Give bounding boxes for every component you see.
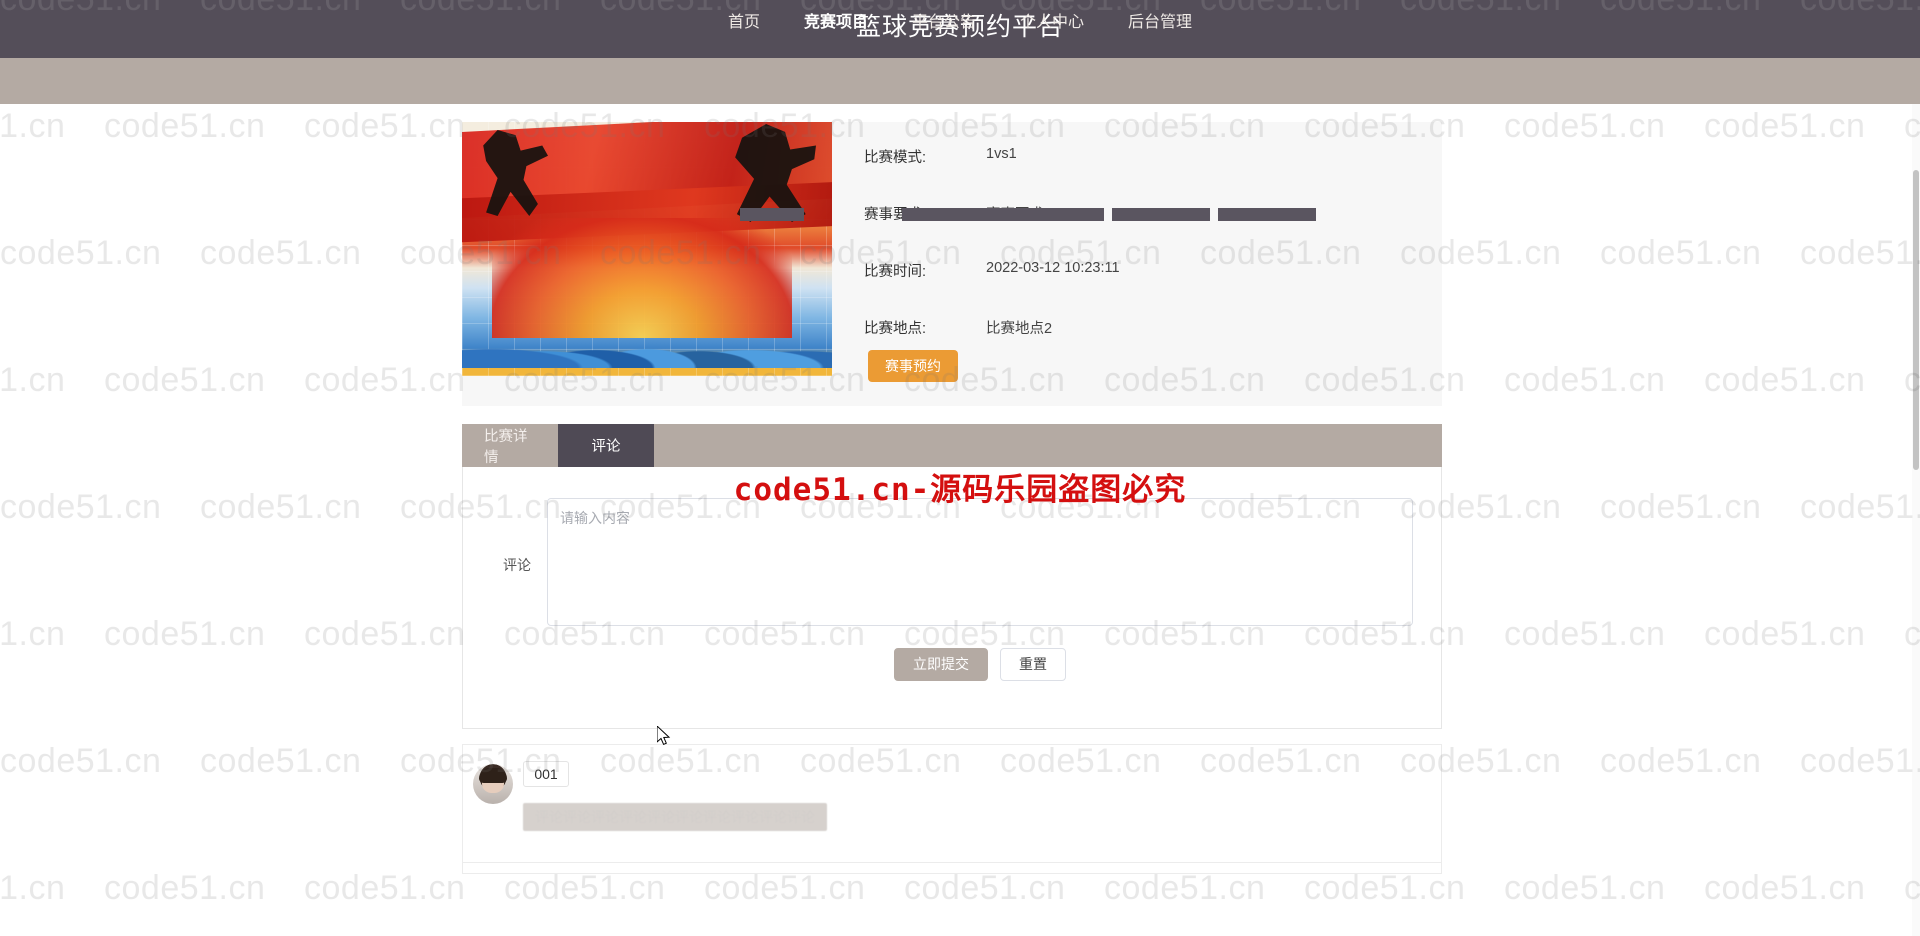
field-value: 1vs1 [986,146,1017,162]
page-root: 比赛模式: 1vs1 赛事要求: 赛事要求2 比赛时间: 2022-03-12 … [0,0,1920,936]
list-item: 001 评论评论评论评论评论评论评论评论评论评论 [463,745,1441,863]
main-navigation-items: 首页 竞赛项目 平台公告 个人中心 后台管理 [0,0,1920,46]
comment-list: 001 评论评论评论评论评论评论评论评论评论评论 [462,744,1442,874]
match-detail-card: 比赛模式: 1vs1 赛事要求: 赛事要求2 比赛时间: 2022-03-12 … [462,122,1442,406]
book-match-button[interactable]: 赛事预约 [868,350,958,382]
comment-text: 评论评论评论评论评论评论评论评论评论评论 [523,803,827,831]
nav-item-announcements[interactable]: 平台公告 [912,0,976,46]
match-field-list: 比赛模式: 1vs1 赛事要求: 赛事要求2 比赛时间: 2022-03-12 … [864,122,1424,406]
main-navigation [0,58,1920,104]
detail-tabs: 比赛详情 评论 [462,424,1442,467]
tab-match-detail[interactable]: 比赛详情 [462,424,558,467]
scrolled-content-strip [0,208,1920,221]
comment-form-panel: 评论 立即提交 重置 [462,467,1442,729]
field-value: 2022-03-12 10:23:11 [986,260,1120,276]
comment-field-label: 评论 [503,557,531,573]
match-poster-image [462,122,832,376]
page-body: 比赛模式: 1vs1 赛事要求: 赛事要求2 比赛时间: 2022-03-12 … [0,104,1920,936]
comment-author-name: 001 [523,761,569,787]
field-label: 比赛模式: [864,150,927,166]
field-label: 比赛地点: [864,321,927,337]
reset-comment-button[interactable]: 重置 [1000,647,1066,681]
nav-item-home[interactable]: 首页 [728,0,760,46]
field-value: 比赛地点2 [986,321,1053,337]
tab-comments[interactable]: 评论 [558,424,654,467]
scrollbar-thumb[interactable] [1913,170,1919,470]
nav-item-personal-center[interactable]: 个人中心 [1020,0,1084,46]
nav-item-admin[interactable]: 后台管理 [1128,0,1192,46]
nav-item-competitions[interactable]: 竞赛项目 [804,0,868,46]
comment-form-actions: 立即提交 重置 [547,647,1413,681]
submit-comment-button[interactable]: 立即提交 [894,647,988,681]
field-label: 比赛时间: [864,264,927,280]
avatar [473,764,513,804]
comment-input[interactable] [547,498,1413,626]
